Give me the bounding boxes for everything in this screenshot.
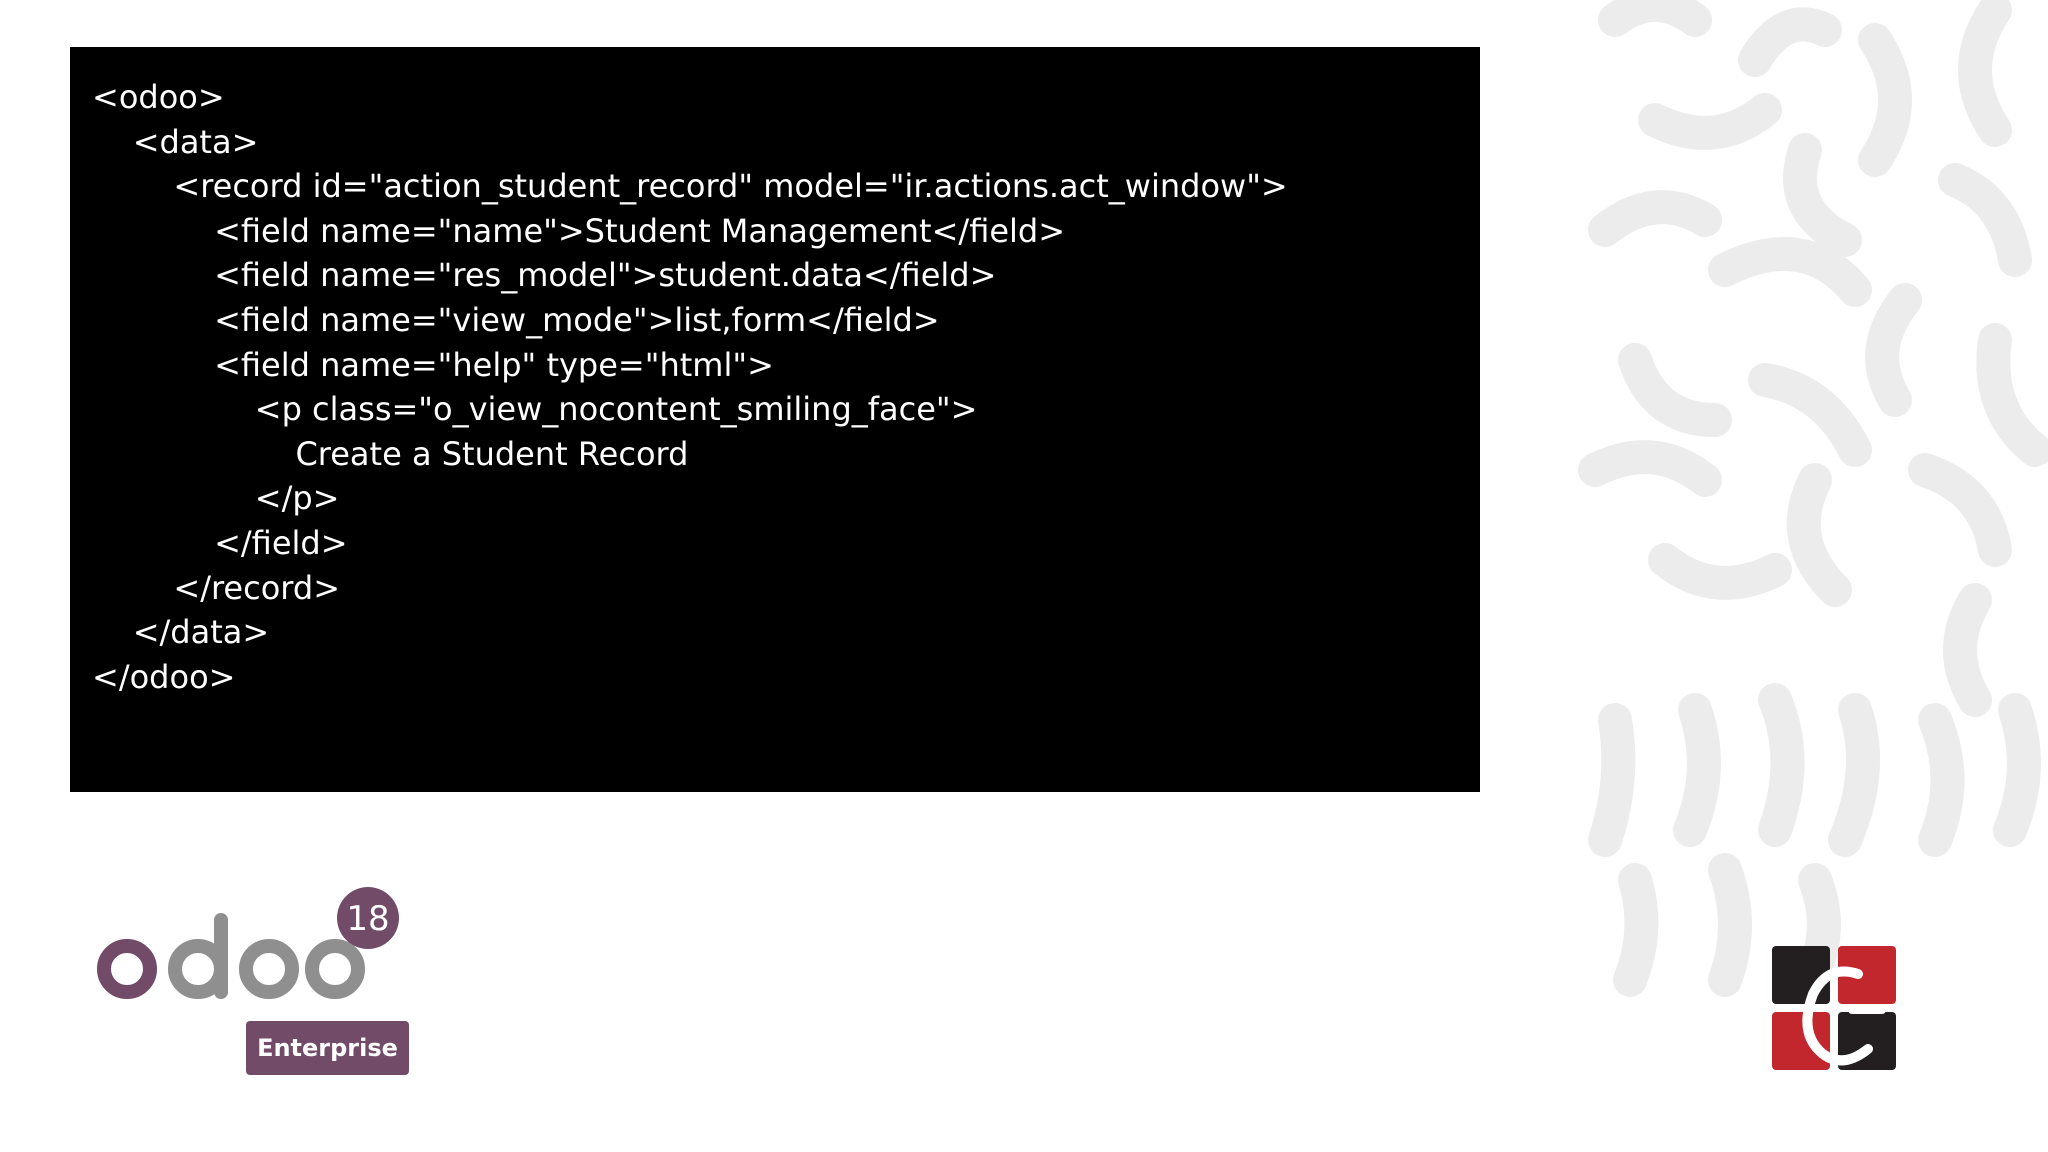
code-line: <field name="help" type="html"> bbox=[92, 345, 774, 384]
version-label: 18 bbox=[346, 899, 389, 939]
edition-badge: Enterprise bbox=[246, 1021, 409, 1075]
ce-monogram-icon bbox=[1770, 944, 1898, 1072]
code-line: <field name="view_mode">list,form</field… bbox=[92, 300, 940, 339]
code-line: <record id="action_student_record" model… bbox=[92, 167, 1288, 206]
code-line: </p> bbox=[92, 479, 340, 518]
code-line: </record> bbox=[92, 568, 340, 607]
code-line: </field> bbox=[92, 523, 348, 562]
code-line: </odoo> bbox=[92, 657, 236, 696]
code-line: <p class="o_view_nocontent_smiling_face"… bbox=[92, 390, 978, 429]
code-block: <odoo> <data> <record id="action_student… bbox=[70, 47, 1480, 792]
odoo-wordmark-icon: 18 bbox=[97, 887, 399, 999]
code-line: <data> bbox=[92, 122, 259, 161]
code-line: </data> bbox=[92, 613, 270, 652]
code-line: <field name="name">Student Management</f… bbox=[92, 211, 1066, 250]
code-line: <odoo> bbox=[92, 78, 225, 116]
code-line: <field name="res_model">student.data</fi… bbox=[92, 256, 997, 295]
code-line: Create a Student Record bbox=[92, 434, 689, 473]
odoo-logo: 18 Enterprise bbox=[90, 880, 420, 1080]
